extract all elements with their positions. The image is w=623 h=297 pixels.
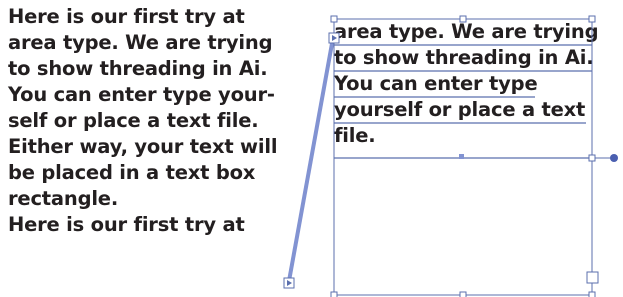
left-text-line: rectangle. (8, 187, 119, 210)
resize-handle-top-left[interactable] (330, 15, 338, 23)
resize-handle-bottom-right[interactable] (588, 291, 596, 297)
right-text-line: yourself or place a text (334, 98, 586, 121)
out-port-empty-icon[interactable] (586, 271, 599, 284)
right-text-line: area type. We are trying (334, 20, 599, 43)
left-text-line: self or place a text file. (8, 109, 259, 132)
left-out-port[interactable] (283, 277, 295, 289)
in-port[interactable] (328, 32, 340, 44)
resize-handle-bottom[interactable] (459, 291, 467, 297)
left-text-line: You can enter type your- (8, 83, 275, 106)
artboard: Here is our first try at area type. We a… (0, 0, 623, 297)
left-text-line: be placed in a text box (8, 161, 256, 184)
right-text-line: You can enter type (334, 72, 538, 95)
left-text-line: Here is our first try at (8, 5, 245, 28)
right-text-line: to show threading in Ai. (334, 46, 594, 69)
thread-connector-line (287, 37, 335, 282)
resize-handle-top-right[interactable] (588, 15, 596, 23)
filled-circle-icon[interactable] (610, 154, 618, 162)
left-text-line: Either way, your text will (8, 135, 278, 158)
left-text-line: to show threading in Ai. (8, 57, 268, 80)
right-text-line: file. (334, 124, 376, 147)
right-text-frame[interactable]: area type. We are trying to show threadi… (334, 19, 599, 295)
resize-handle-right[interactable] (588, 154, 596, 162)
left-text-line: Here is our first try at (8, 213, 245, 236)
resize-handle-top[interactable] (459, 15, 467, 23)
resize-handle-bottom-left[interactable] (330, 291, 338, 297)
left-text-frame[interactable]: Here is our first try at area type. We a… (8, 4, 286, 280)
left-text-line: area type. We are trying (8, 31, 273, 54)
